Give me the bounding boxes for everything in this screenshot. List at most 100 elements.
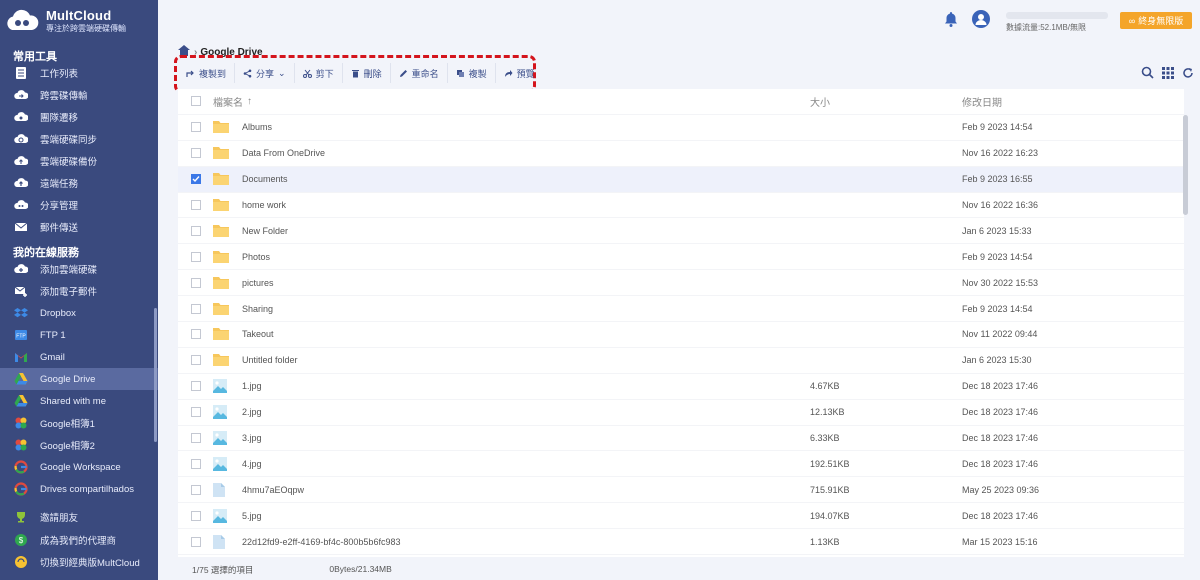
row-checkbox[interactable] (191, 381, 201, 392)
row-checkbox[interactable] (191, 251, 201, 262)
sidebar-item-切換到經典版multcloud[interactable]: 切換到經典版MultCloud (0, 551, 158, 574)
sidebar-item-雲端硬碟同步[interactable]: 雲端硬碟同步 (0, 128, 158, 150)
sidebar-item-郵件傳送[interactable]: 郵件傳送 (0, 216, 158, 238)
copy-to-button[interactable]: 複製到 (178, 63, 234, 83)
sidebar-item-跨雲碟傳輸[interactable]: 跨雲碟傳輸 (0, 84, 158, 106)
sidebar-item-成為我們的代理商[interactable]: $ 成為我們的代理商 (0, 529, 158, 552)
file-date: Mar 15 2023 15:16 (962, 536, 1038, 547)
row-checkbox[interactable] (191, 536, 201, 547)
sidebar-item-分享管理[interactable]: 分享管理 (0, 194, 158, 216)
file-name[interactable]: Untitled folder (242, 355, 298, 365)
column-size[interactable]: 大小 (810, 94, 962, 109)
file-name[interactable]: Photos (242, 252, 270, 262)
file-list-scrollbar[interactable] (1183, 115, 1188, 215)
sidebar-item-google-workspace[interactable]: Google Workspace (0, 456, 158, 478)
grid-view-icon[interactable] (1162, 66, 1174, 84)
file-row[interactable]: 22d12fd9-e2ff-4169-bf4c-800b5b6fc983 1.13… (178, 529, 1184, 556)
file-row[interactable]: 4hmu7aEOqpw 715.91KB May 25 2023 09:36 (178, 477, 1184, 504)
file-name[interactable]: pictures (242, 278, 274, 288)
sidebar-item-ftp-1[interactable]: FTP FTP 1 (0, 324, 158, 346)
delete-button[interactable]: 刪除 (341, 63, 390, 83)
file-row[interactable]: home work Nov 16 2022 16:36 (178, 193, 1184, 219)
select-all-checkbox[interactable] (191, 96, 201, 107)
notification-bell-icon[interactable] (944, 11, 958, 32)
file-row[interactable]: 3.jpg 6.33KB Dec 18 2023 17:46 (178, 426, 1184, 452)
sidebar-item-google-drive[interactable]: Google Drive (0, 368, 158, 390)
file-name[interactable]: 22d12fd9-e2ff-4169-bf4c-800b5b6fc983 (242, 537, 400, 547)
file-row[interactable]: Sharing Feb 9 2023 14:54 (178, 296, 1184, 323)
file-row[interactable]: Documents Feb 9 2023 16:55 (178, 166, 1184, 193)
cut-button[interactable]: 剪下 (293, 63, 342, 83)
file-row[interactable]: 4.jpg 192.51KB Dec 18 2023 17:46 (178, 451, 1184, 478)
row-checkbox[interactable] (191, 148, 201, 159)
row-checkbox[interactable] (191, 277, 201, 288)
row-checkbox[interactable] (191, 122, 201, 133)
rename-button[interactable]: 重命名 (389, 63, 447, 83)
file-name[interactable]: Data From OneDrive (242, 148, 325, 158)
file-row[interactable]: Albums Feb 9 2023 14:54 (178, 115, 1184, 141)
sidebar-item-遠端任務[interactable]: 遠端任務 (0, 172, 158, 194)
file-name[interactable]: Sharing (242, 304, 273, 314)
row-checkbox[interactable] (191, 200, 201, 210)
copy-button[interactable]: 複製 (446, 63, 495, 83)
trash-icon (351, 69, 359, 77)
file-name[interactable]: 1.jpg (242, 381, 262, 391)
sort-arrow-icon[interactable]: ↑ (247, 96, 252, 107)
row-checkbox[interactable] (191, 458, 201, 469)
row-checkbox[interactable] (191, 510, 201, 521)
preview-button[interactable]: 預覽 (494, 63, 543, 83)
sidebar-item-添加雲端硬碟[interactable]: 添加雲端硬碟 (0, 258, 158, 280)
column-date[interactable]: 修改日期 (962, 94, 1142, 109)
row-checkbox[interactable] (191, 433, 201, 444)
row-checkbox[interactable] (191, 407, 201, 418)
sidebar-item-團隊遷移[interactable]: 團隊遷移 (0, 106, 158, 128)
sidebar-item-gmail[interactable]: Gmail (0, 346, 158, 368)
file-row[interactable]: 2.jpg 12.13KB Dec 18 2023 17:46 (178, 400, 1184, 426)
file-row[interactable]: Data From OneDrive Nov 16 2022 16:23 (178, 141, 1184, 167)
file-name[interactable]: 5.jpg (242, 511, 262, 521)
refresh-icon[interactable] (1182, 66, 1194, 84)
column-name[interactable]: 檔案名 (213, 94, 243, 109)
dropbox-icon (14, 306, 28, 320)
sidebar-item-dropbox[interactable]: Dropbox (0, 302, 158, 324)
sidebar-scrollbar[interactable] (154, 308, 157, 442)
sidebar-item-邀請朋友[interactable]: 邀請朋友 (0, 506, 158, 529)
row-checkbox[interactable] (191, 303, 201, 314)
file-row[interactable]: Takeout Nov 11 2022 09:44 (178, 322, 1184, 348)
sidebar-item-drives-compartilhados[interactable]: Drives compartilhados (0, 478, 158, 500)
sidebar-item-google相簿1[interactable]: Google相簿1 (0, 412, 158, 434)
row-checkbox[interactable] (191, 355, 201, 366)
file-name[interactable]: Documents (242, 174, 288, 184)
file-row[interactable]: 5.jpg 194.07KB Dec 18 2023 17:46 (178, 503, 1184, 530)
file-name[interactable]: 4.jpg (242, 459, 262, 469)
search-icon[interactable] (1141, 66, 1154, 84)
user-avatar-icon[interactable] (972, 10, 990, 28)
sidebar-item-google相簿2[interactable]: Google相簿2 (0, 434, 158, 456)
sidebar-item-label: FTP 1 (40, 329, 66, 341)
row-checkbox[interactable] (191, 174, 201, 185)
file-name[interactable]: Albums (242, 122, 272, 132)
file-size: 192.51KB (810, 458, 850, 469)
file-row[interactable]: 1.jpg 4.67KB Dec 18 2023 17:46 (178, 374, 1184, 400)
sidebar-item-shared-with-me[interactable]: Shared with me (0, 390, 158, 412)
row-checkbox[interactable] (191, 329, 201, 340)
sidebar-item-雲端硬碟備份[interactable]: 雲端硬碟備份 (0, 150, 158, 172)
logo[interactable]: MultCloud 專注於跨雲端硬碟傳輸 (0, 0, 158, 42)
sidebar-item-工作列表[interactable]: 工作列表 (0, 62, 158, 84)
file-row[interactable]: Photos Feb 9 2023 14:54 (178, 244, 1184, 271)
sidebar-item-添加電子郵件[interactable]: 添加電子郵件 (0, 280, 158, 302)
row-checkbox[interactable] (191, 484, 201, 495)
upgrade-button[interactable]: ∞ 終身無限版 (1120, 12, 1192, 29)
file-name[interactable]: New Folder (242, 226, 288, 236)
share-button[interactable]: 分享 ⌄ (234, 63, 294, 83)
row-checkbox[interactable] (191, 225, 201, 236)
file-name[interactable]: home work (242, 200, 286, 210)
file-row[interactable]: pictures Nov 30 2022 15:53 (178, 270, 1184, 297)
file-name[interactable]: 4hmu7aEOqpw (242, 485, 304, 495)
file-name[interactable]: 2.jpg (242, 407, 262, 417)
file-name[interactable]: 3.jpg (242, 433, 262, 443)
file-name[interactable]: Takeout (242, 329, 274, 339)
file-row[interactable]: New Folder Jan 6 2023 15:33 (178, 218, 1184, 245)
sidebar-item-label: Google相簿1 (40, 419, 95, 430)
file-row[interactable]: Untitled folder Jan 6 2023 15:30 (178, 348, 1184, 374)
